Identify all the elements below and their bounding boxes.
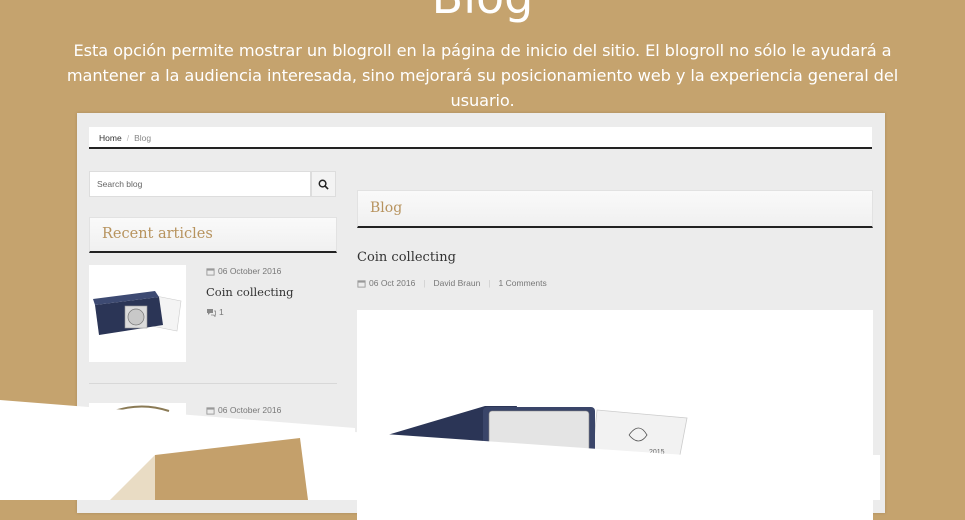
breadcrumb-home-link[interactable]: Home xyxy=(99,133,122,143)
calendar-icon xyxy=(357,280,366,288)
search-button[interactable] xyxy=(311,171,336,197)
article-thumbnail[interactable] xyxy=(89,403,186,423)
comments-icon xyxy=(207,309,216,318)
certificate-year: 2015 xyxy=(649,449,665,456)
search-input[interactable] xyxy=(89,171,311,197)
article-date-text: 06 October 2016 xyxy=(218,266,282,276)
article-thumbnail[interactable] xyxy=(89,265,186,362)
search-icon xyxy=(318,179,329,190)
article-date: 06 October 2016 xyxy=(206,266,281,276)
breadcrumb: Home / Blog xyxy=(89,127,872,149)
post-author-link[interactable]: David Braun xyxy=(434,278,481,288)
post-comments-link[interactable]: 1 Comments xyxy=(499,278,547,288)
post-date: 06 Oct 2016 xyxy=(369,278,416,288)
blog-screenshot: Home / Blog Recent articles 06 October 201… xyxy=(77,113,885,520)
meta-separator: | xyxy=(488,278,491,288)
meta-separator: | xyxy=(423,278,426,288)
article-date-text: 06 October 2016 xyxy=(218,405,282,415)
search-bar xyxy=(89,171,336,197)
article-divider xyxy=(89,383,337,384)
post-meta: 06 Oct 2016 | David Braun | 1 Comments xyxy=(357,278,547,288)
page-title: Blog xyxy=(0,0,965,24)
post-title-link[interactable]: Coin collecting xyxy=(357,250,456,265)
article-comment-count: 1 xyxy=(219,307,224,317)
breadcrumb-separator: / xyxy=(126,133,130,143)
article-date: 06 October 2016 xyxy=(206,405,281,415)
article-comments: 1 xyxy=(206,307,224,318)
page-description: Esta opción permite mostrar un blogroll … xyxy=(66,41,899,110)
calendar-icon xyxy=(206,407,215,415)
article-title-link[interactable]: Coin collecting xyxy=(206,285,294,299)
breadcrumb-current: Blog xyxy=(134,133,152,143)
post-featured-image[interactable]: 2015 xyxy=(357,310,873,520)
recent-articles-heading: Recent articles xyxy=(89,217,337,253)
calendar-icon xyxy=(206,268,215,276)
blog-heading: Blog xyxy=(357,190,873,228)
